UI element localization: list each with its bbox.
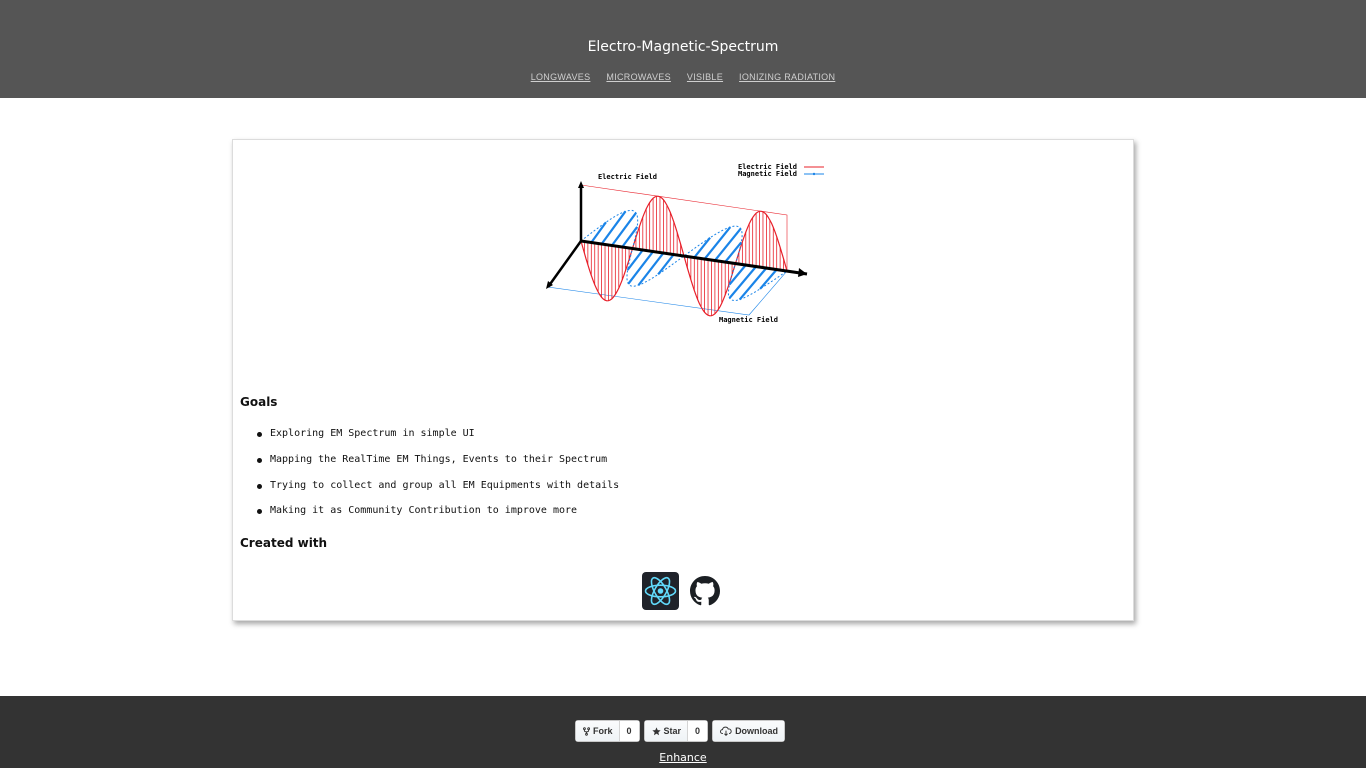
goal-item: Making it as Community Contribution to i…: [240, 504, 619, 530]
fork-icon: [583, 726, 590, 736]
enhance-row: Enhance: [0, 746, 1366, 765]
react-icon: [642, 572, 679, 610]
goal-item: Trying to collect and group all EM Equip…: [240, 479, 619, 505]
nav-link-visible[interactable]: VISIBLE: [683, 71, 727, 83]
site-title: Electro-Magnetic-Spectrum: [587, 39, 779, 55]
created-with-heading: Created with: [240, 536, 328, 550]
legend-magnetic-label: Magnetic Field: [738, 170, 797, 178]
fork-button[interactable]: Fork: [576, 721, 619, 741]
star-count[interactable]: 0: [687, 721, 708, 741]
github-icon: [690, 576, 720, 606]
star-button-group: Star 0: [643, 720, 709, 742]
magnetic-field-vector: [600, 210, 627, 245]
enhance-link[interactable]: Enhance: [659, 751, 706, 764]
magnetic-field-vector: [738, 267, 768, 301]
legend-magnetic-marker: [812, 172, 816, 176]
magnetic-field-vector: [611, 212, 637, 247]
download-button-group: Download: [712, 720, 786, 742]
magnetic-axis: [546, 240, 583, 288]
fork-count[interactable]: 0: [618, 721, 639, 741]
magnetic-field-vector: [714, 227, 742, 262]
cloud-download-icon: [720, 726, 732, 736]
site-footer: Fork 0 Star 0 Download Enhance: [0, 696, 1366, 768]
magnetic-field-vector: [627, 250, 654, 285]
nav-link-longwaves[interactable]: LONGWAVES: [527, 71, 595, 83]
github-buttons: Fork 0 Star 0 Download: [575, 720, 789, 742]
nav-link-microwaves[interactable]: MICROWAVES: [602, 71, 675, 83]
magnetic-field-vector: [703, 226, 732, 260]
electric-field-label: Electric Field: [598, 173, 657, 181]
fork-label: Fork: [593, 726, 613, 736]
site-header: Electro-Magnetic-Spectrum LONGWAVES MICR…: [0, 0, 1366, 98]
download-button[interactable]: Download: [713, 721, 785, 741]
star-label: Star: [663, 726, 682, 736]
electric-axis-arrow-icon: [578, 181, 584, 188]
goals-heading: Goals: [240, 395, 278, 409]
goal-item: Exploring EM Spectrum in simple UI: [240, 427, 619, 453]
star-icon: [651, 726, 661, 735]
goal-item: Mapping the RealTime EM Things, Events t…: [240, 453, 619, 479]
download-label: Download: [735, 726, 779, 736]
em-wave-diagram: Electric Field Magnetic Field Electric F…: [546, 163, 824, 324]
fork-button-group: Fork 0: [575, 720, 640, 742]
magnetic-field-label: Magnetic Field: [719, 316, 778, 324]
main-nav: LONGWAVES MICROWAVES VISIBLE IONIZING RA…: [0, 71, 1366, 83]
goals-list: Exploring EM Spectrum in simple UI Mappi…: [240, 427, 619, 530]
magnetic-field-vector: [637, 252, 665, 286]
nav-link-ionizing-radiation[interactable]: IONIZING RADIATION: [735, 71, 839, 83]
star-button[interactable]: Star: [644, 721, 688, 741]
content-card: Electric Field Magnetic Field Electric F…: [232, 139, 1134, 621]
